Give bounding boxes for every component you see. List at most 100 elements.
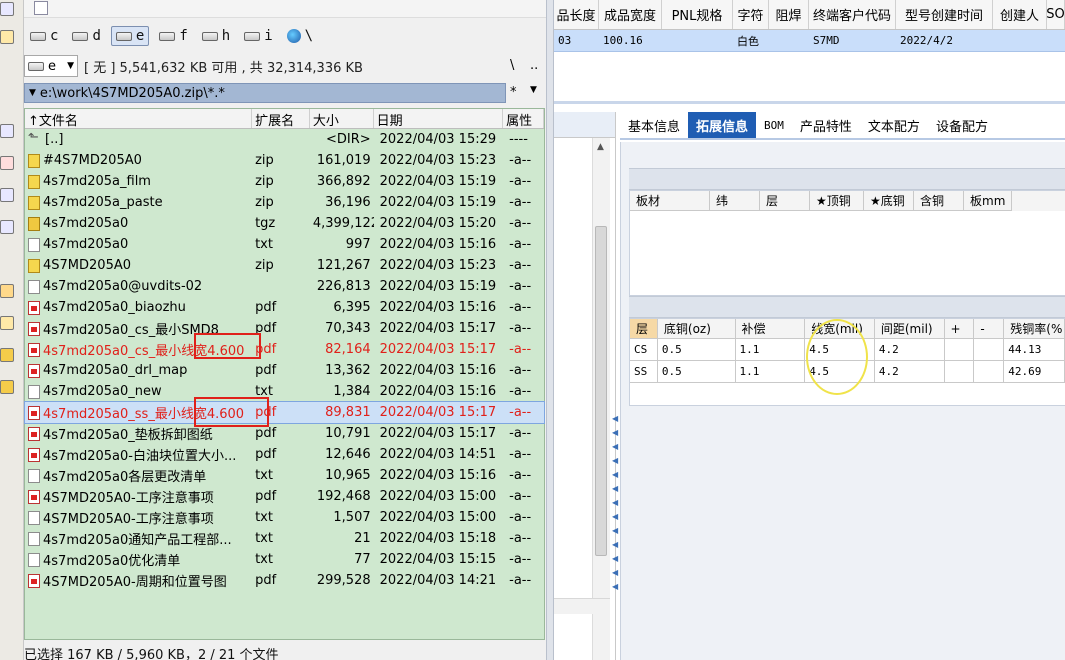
file-row[interactable]: 4s7md205a0-白油块位置大小... pdf 12,646 2022/04/03… xyxy=(25,444,544,465)
layer-column-header[interactable]: 层 xyxy=(630,319,658,339)
grid-column-header[interactable]: 字符 xyxy=(733,0,769,29)
layer-cell[interactable]: 0.5 xyxy=(657,339,736,361)
layer-column-header[interactable]: 残铜率(% xyxy=(1004,319,1065,339)
grid-column-header[interactable]: PNL规格 xyxy=(662,0,733,29)
material-column-header[interactable]: 板mm xyxy=(964,191,1012,211)
file-row[interactable]: 4s7md205a0_cs_最小线宽4.600 pdf 82,164 2022/04/… xyxy=(25,339,544,360)
file-row[interactable]: 4S7MD205A0-工序注意事项 pdf 192,468 2022/04/03 15… xyxy=(25,486,544,507)
layer-cell[interactable] xyxy=(974,339,1005,361)
grid-column-header[interactable]: 阻焊 xyxy=(769,0,809,29)
file-row[interactable]: #4S7MD205A0 zip 161,019 2022/04/03 15:23 -a-… xyxy=(25,150,544,171)
layer-column-header[interactable]: 间距(mil) xyxy=(874,319,945,339)
view-icon[interactable] xyxy=(0,124,14,138)
layer-cell[interactable]: 1.1 xyxy=(735,361,806,383)
folder-icon[interactable] xyxy=(0,348,14,362)
file-list[interactable]: ↑文件名 扩展名 大小 日期 属性 [..] <DIR> 2022/04/03 15… xyxy=(24,108,545,640)
layer-column-header[interactable]: + xyxy=(944,319,975,339)
file-row[interactable]: 4s7md205a0通知产品工程部... txt 21 2022/04/03 15:1… xyxy=(25,528,544,549)
filter-button[interactable]: * xyxy=(510,85,517,100)
drive-button-0[interactable]: c xyxy=(26,26,62,46)
file-row[interactable]: 4s7md205a0_ss_最小线宽4.600 pdf 89,831 2022/04/… xyxy=(24,401,545,424)
collapse-arrows-icon[interactable]: ◀ ◀ ◀ ◀ ◀ ◀ ◀ ◀ ◀ ◀ ◀ ◀ ◀ xyxy=(612,412,620,594)
file-row[interactable]: 4s7md205a0 tgz 4,399,122 2022/04/03 15:20 -a… xyxy=(25,213,544,234)
file-row[interactable]: 4s7md205a0_new txt 1,384 2022/04/03 15:16 -a… xyxy=(25,381,544,402)
drive-button-5[interactable]: i xyxy=(240,26,276,46)
layer-cell[interactable]: 4.5 xyxy=(805,339,875,361)
parent-dir-button[interactable]: .. xyxy=(530,58,538,73)
tool-icon[interactable] xyxy=(0,30,14,44)
layer-column-header[interactable]: - xyxy=(974,319,1005,339)
horizontal-scrollbar[interactable] xyxy=(554,598,610,614)
new-folder-icon[interactable] xyxy=(0,316,14,330)
grid-column-header[interactable]: 创建人 xyxy=(993,0,1047,29)
layer-row[interactable]: SS 0.5 1.1 4.5 4.2 42.69 xyxy=(630,361,1065,383)
column-header-attr[interactable]: 属性 xyxy=(503,109,545,128)
tab-1[interactable]: 拓展信息 xyxy=(688,112,757,138)
package-icon[interactable] xyxy=(0,284,14,298)
file-row[interactable]: 4s7md205a0_垫板拆卸图纸 pdf 10,791 2022/04/03 15:… xyxy=(25,423,544,444)
layer-cell[interactable]: 42.69 xyxy=(1004,361,1065,383)
file-row[interactable]: 4s7md205a0_cs_最小SMD8 pdf 70,343 2022/04/03 … xyxy=(25,318,544,339)
layer-cell[interactable] xyxy=(944,361,975,383)
grid-column-header[interactable]: 型号创建时间 xyxy=(896,0,993,29)
file-row[interactable]: 4s7md205a0@uvdits-02 226,813 2022/04/03 15… xyxy=(25,276,544,297)
layer-cell[interactable]: 44.13 xyxy=(1004,339,1065,361)
column-header-name[interactable]: ↑文件名 xyxy=(25,109,253,128)
app-icon[interactable] xyxy=(0,2,14,16)
layer-cell[interactable]: 4.5 xyxy=(805,361,875,383)
path-bar[interactable]: ▼ e:\work\4S7MD205A0.zip\*.* xyxy=(24,83,506,103)
drive-button-6[interactable]: \ xyxy=(283,26,317,46)
column-header-size[interactable]: 大小 xyxy=(310,109,374,128)
tab-0[interactable]: 基本信息 xyxy=(620,112,688,138)
history-dropdown-icon[interactable]: ▼ xyxy=(530,85,537,95)
document-icon[interactable] xyxy=(34,1,48,15)
search-icon[interactable] xyxy=(0,156,14,170)
file-row[interactable]: 4s7md205a_paste zip 36,196 2022/04/03 15:19… xyxy=(25,192,544,213)
material-column-header[interactable]: 层 xyxy=(760,191,810,211)
file-row[interactable]: 4S7MD205A0-周期和位置号图 pdf 299,528 2022/04/03 1… xyxy=(25,570,544,591)
file-row[interactable]: 4s7md205a0 txt 997 2022/04/03 15:16 -a-- xyxy=(25,234,544,255)
drive-button-4[interactable]: h xyxy=(198,26,234,46)
tab-5[interactable]: 设备配方 xyxy=(928,112,996,138)
layer-cell[interactable]: CS xyxy=(630,339,658,361)
folder-open-icon[interactable] xyxy=(0,380,14,394)
file-row[interactable]: [..] <DIR> 2022/04/03 15:29 ---- xyxy=(25,129,544,150)
vertical-scrollbar[interactable]: ▲ xyxy=(592,138,610,660)
layer-cell[interactable]: 0.5 xyxy=(657,361,736,383)
scroll-up-icon[interactable]: ▲ xyxy=(597,142,604,152)
file-row[interactable]: 4s7md205a0_biaozhu pdf 6,395 2022/04/03 15:… xyxy=(25,297,544,318)
file-row[interactable]: 4s7md205a0_drl_map pdf 13,362 2022/04/03 15… xyxy=(25,360,544,381)
drive-select[interactable]: e ▼ xyxy=(24,55,78,77)
tab-4[interactable]: 文本配方 xyxy=(860,112,928,138)
grid-column-header[interactable]: 终端客户代码 xyxy=(809,0,896,29)
material-column-header[interactable]: ★底铜 xyxy=(864,191,914,211)
panel-splitter[interactable] xyxy=(546,0,554,660)
column-header-date[interactable]: 日期 xyxy=(374,109,504,128)
layer-cell[interactable] xyxy=(974,361,1005,383)
layer-column-header[interactable]: 线宽(mil) xyxy=(805,319,875,339)
layer-column-header[interactable]: 底铜(oz) xyxy=(657,319,736,339)
layer-cell[interactable]: 4.2 xyxy=(874,339,945,361)
move-icon[interactable] xyxy=(0,220,14,234)
file-row[interactable]: 4s7md205a_film zip 366,892 2022/04/03 15:19… xyxy=(25,171,544,192)
file-row[interactable]: 4s7md205a0各层更改清单 txt 10,965 2022/04/03 15:1… xyxy=(25,465,544,486)
material-column-header[interactable]: 板材 xyxy=(630,191,710,211)
product-grid-row[interactable]: 03 100.16 白色 S7MD 2022/4/2 xyxy=(554,30,1065,52)
layer-cell[interactable]: 4.2 xyxy=(874,361,945,383)
tab-3[interactable]: 产品特性 xyxy=(792,112,860,138)
file-row[interactable]: 4S7MD205A0 zip 121,267 2022/04/03 15:23 -a-- xyxy=(25,255,544,276)
layer-cell[interactable]: 1.1 xyxy=(735,339,806,361)
layer-column-header[interactable]: 补偿 xyxy=(735,319,806,339)
layer-cell[interactable] xyxy=(944,339,975,361)
root-dir-button[interactable]: \ xyxy=(510,58,514,73)
material-column-header[interactable]: 含铜 xyxy=(914,191,964,211)
grid-column-header[interactable]: SO xyxy=(1047,0,1065,29)
column-header-ext[interactable]: 扩展名 xyxy=(252,109,310,128)
drive-button-2[interactable]: e xyxy=(110,26,150,46)
copy-icon[interactable] xyxy=(0,188,14,202)
grid-column-header[interactable]: 成品宽度 xyxy=(599,0,662,29)
material-column-header[interactable]: ★顶铜 xyxy=(810,191,864,211)
material-column-header[interactable]: 纬 xyxy=(710,191,760,211)
grid-column-header[interactable]: 品长度 xyxy=(554,0,599,29)
layer-row[interactable]: CS 0.5 1.1 4.5 4.2 44.13 xyxy=(630,339,1065,361)
